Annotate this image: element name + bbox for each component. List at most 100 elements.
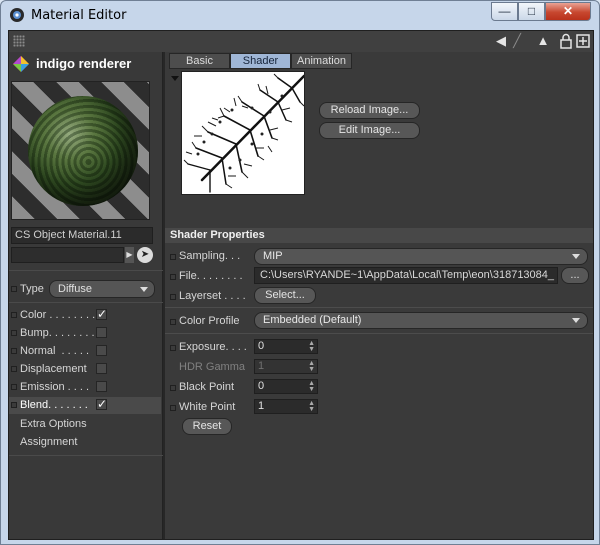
browse-file-button[interactable]: ... [561,267,589,284]
channel-checkbox[interactable]: ✓ [96,308,107,320]
pointer-icon[interactable]: ▲ [535,33,551,49]
type-dropdown-value: Diffuse [58,283,93,295]
assignment-item[interactable]: Assignment [20,436,77,448]
black-point-stepper[interactable]: 0 ▲ ▼ [254,379,318,394]
indigo-logo-icon [13,56,29,72]
layerset-label: Layerset . . . . [179,290,246,302]
black-point-value: 0 [258,380,265,392]
white-point-label: White Point [179,401,236,413]
channel-checkbox[interactable]: ✓ [96,398,107,410]
layerset-select-button[interactable]: Select... [254,287,316,304]
tab-shader[interactable]: Shader [230,53,291,69]
divider [9,270,163,271]
file-path-input[interactable]: C:\Users\RYANDE~1\AppData\Local\Temp\eon… [254,267,558,284]
shader-properties-header[interactable]: Shader Properties [165,228,593,243]
tab-basic[interactable]: Basic [169,53,230,69]
color-profile-dropdown[interactable]: Embedded (Default) [254,312,588,329]
channel-item[interactable]: Emission . . . . [9,379,161,396]
sampling-dropdown[interactable]: MIP [254,248,588,265]
title-bar[interactable]: Material Editor — □ ✕ [1,1,599,29]
layerset-keyframe-dot[interactable] [170,294,176,300]
channel-checkbox[interactable] [96,381,107,392]
channel-keyframe-dot[interactable] [11,402,17,408]
channel-label: Color . . . . . . . . [20,309,96,321]
channel-label: Displacement [20,363,87,375]
channel-checkbox[interactable] [96,327,107,338]
channel-checkbox[interactable] [96,345,107,356]
sampling-value: MIP [263,250,283,262]
white-point-value: 1 [258,400,265,412]
channel-label: Normal . . . . . [20,345,90,357]
divider [9,302,163,303]
texture-thumbnail [181,71,305,195]
channel-keyframe-dot[interactable] [11,366,17,372]
preview-sphere [28,96,138,206]
toolbar: ◀ ╱ ▲ [9,31,593,52]
window-title: Material Editor [31,8,127,23]
black-point-label: Black Point [179,381,235,393]
editor-client-area: ◀ ╱ ▲ indigo renderer CS Object Material… [8,30,594,540]
divider [165,333,593,334]
material-editor-window: Material Editor — □ ✕ ◀ ╱ ▲ indigo rende… [0,0,600,545]
minimize-button[interactable]: — [491,2,518,21]
white-point-keyframe-dot[interactable] [170,405,176,411]
material-preview [11,81,150,220]
material-name-field[interactable]: CS Object Material.11 [11,227,153,244]
stepper-arrows-icon[interactable]: ▲ ▼ [308,340,315,353]
channel-item[interactable]: Displacement [9,361,161,378]
color-profile-keyframe-dot[interactable] [170,319,176,325]
extra-options-item[interactable]: Extra Options [20,418,87,430]
stepper-arrows-icon[interactable]: ▲ ▼ [308,380,315,393]
sampling-keyframe-dot[interactable] [170,254,176,260]
divider [165,307,593,308]
exposure-stepper[interactable]: 0 ▲ ▼ [254,339,318,354]
channel-keyframe-dot[interactable] [11,312,17,318]
channel-label: Blend. . . . . . . [20,399,88,411]
material-link-field[interactable] [11,247,124,263]
channel-keyframe-dot[interactable] [11,384,17,390]
new-window-icon[interactable] [575,33,591,49]
exposure-label: Exposure. . . . [179,341,247,353]
material-link-arrow-icon[interactable]: ▶ [125,247,134,263]
chevron-down-icon [572,254,580,259]
divider [9,455,163,456]
channel-item[interactable]: Normal . . . . . [9,343,161,360]
stepper-arrows-icon: ▲ ▼ [308,360,315,373]
sampling-label: Sampling. . . [179,250,241,262]
edit-image-button[interactable]: Edit Image... [319,122,420,139]
back-arrow-icon[interactable]: ◀ [493,33,509,49]
reset-button[interactable]: Reset [182,418,232,435]
maximize-button[interactable]: □ [518,2,545,21]
channel-label: Emission . . . . [20,381,90,393]
toolbar-grip-icon[interactable] [13,35,25,47]
channel-keyframe-dot[interactable] [11,330,17,336]
forward-arrow-icon[interactable]: ╱ [509,33,525,49]
black-point-keyframe-dot[interactable] [170,385,176,391]
hdr-gamma-value: 1 [258,360,265,372]
channel-keyframe-dot[interactable] [11,348,17,354]
close-button[interactable]: ✕ [545,2,591,21]
stepper-arrows-icon[interactable]: ▲ ▼ [308,400,315,413]
channel-item[interactable]: Blend. . . . . . . ✓ [9,397,161,414]
brand-name: indigo renderer [36,56,132,71]
file-keyframe-dot[interactable] [170,274,176,280]
thumbnail-collapse-icon[interactable] [171,76,179,81]
brand-header: indigo renderer [11,54,159,76]
exposure-keyframe-dot[interactable] [170,345,176,351]
pick-object-icon[interactable]: ➤ [137,247,153,263]
channel-item[interactable]: Bump. . . . . . . . [9,325,161,342]
type-dropdown[interactable]: Diffuse [49,280,155,298]
channel-item[interactable]: Color . . . . . . . . ✓ [9,307,161,324]
shader-panel: Basic Shader Animation Reload Image... E… [165,52,593,539]
chevron-down-icon [140,287,148,292]
app-icon [10,8,24,22]
lock-icon[interactable] [558,33,574,49]
white-point-stepper[interactable]: 1 ▲ ▼ [254,399,318,414]
channel-checkbox[interactable] [96,363,107,374]
file-label: File. . . . . . . . [179,270,243,282]
chevron-down-icon [572,318,580,323]
tab-animation[interactable]: Animation [291,53,352,69]
type-keyframe-dot[interactable] [11,286,17,292]
reload-image-button[interactable]: Reload Image... [319,102,420,119]
material-sidebar: indigo renderer CS Object Material.11 ▶ … [9,52,163,539]
